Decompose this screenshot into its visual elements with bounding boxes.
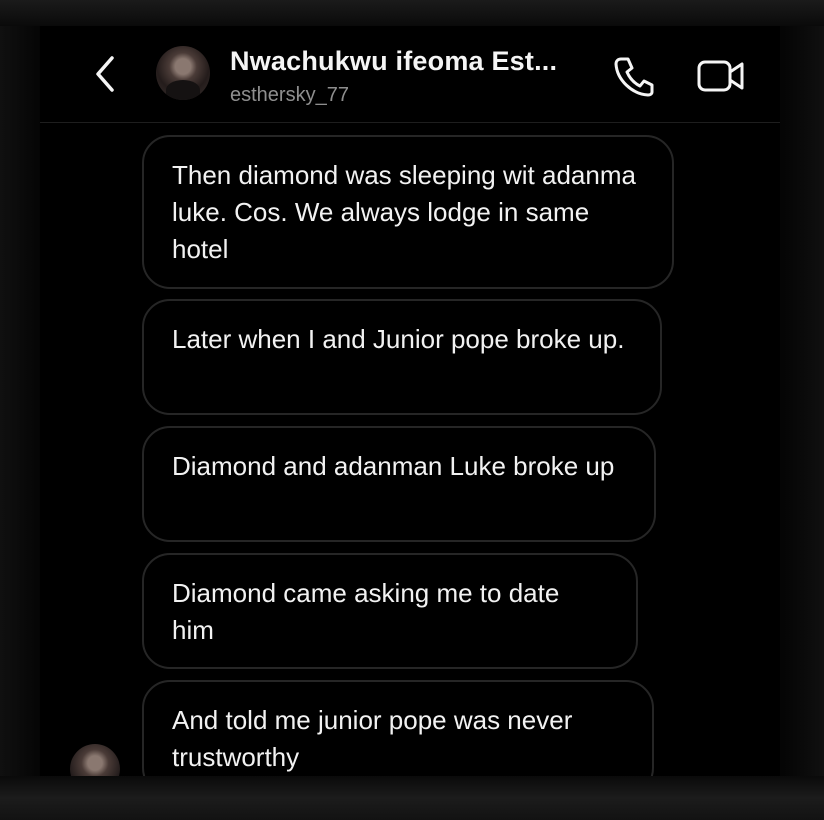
back-button[interactable] — [88, 52, 122, 96]
voice-call-button[interactable] — [612, 54, 656, 98]
contact-username: esthersky_77 — [230, 84, 349, 106]
message-bubble[interactable]: And told me junior pope was never trustw… — [142, 680, 654, 776]
contact-name[interactable]: Nwachukwu ifeoma Est... — [230, 46, 557, 77]
video-call-button[interactable] — [696, 56, 748, 96]
photo-frame-bottom — [0, 776, 824, 820]
phone-icon — [614, 57, 654, 97]
message-bubble[interactable]: Diamond came asking me to date him — [142, 553, 638, 669]
video-camera-icon — [697, 60, 744, 92]
photo-frame-top — [0, 0, 824, 26]
photo-frame-right — [784, 26, 824, 776]
message-text: Later when I and Junior pope broke up. — [172, 324, 625, 354]
message-text: Diamond came asking me to date him — [172, 578, 560, 645]
message-bubble[interactable]: Diamond and adanman Luke broke up — [142, 426, 656, 542]
message-text: Diamond and adanman Luke broke up — [172, 451, 615, 481]
sender-avatar[interactable] — [70, 744, 120, 776]
message-text: And told me junior pope was never trustw… — [172, 705, 573, 772]
message-bubble[interactable]: Later when I and Junior pope broke up. — [142, 299, 662, 415]
chat-header: Nwachukwu ifeoma Est... esthersky_77 — [40, 26, 780, 123]
photo-frame-left — [0, 26, 40, 776]
chevron-left-icon — [96, 56, 114, 92]
message-bubble[interactable]: Then diamond was sleeping wit adanma luk… — [142, 135, 674, 289]
chat-screen: Nwachukwu ifeoma Est... esthersky_77 The… — [40, 26, 780, 776]
contact-avatar[interactable] — [156, 46, 210, 100]
message-text: Then diamond was sleeping wit adanma luk… — [172, 160, 636, 264]
